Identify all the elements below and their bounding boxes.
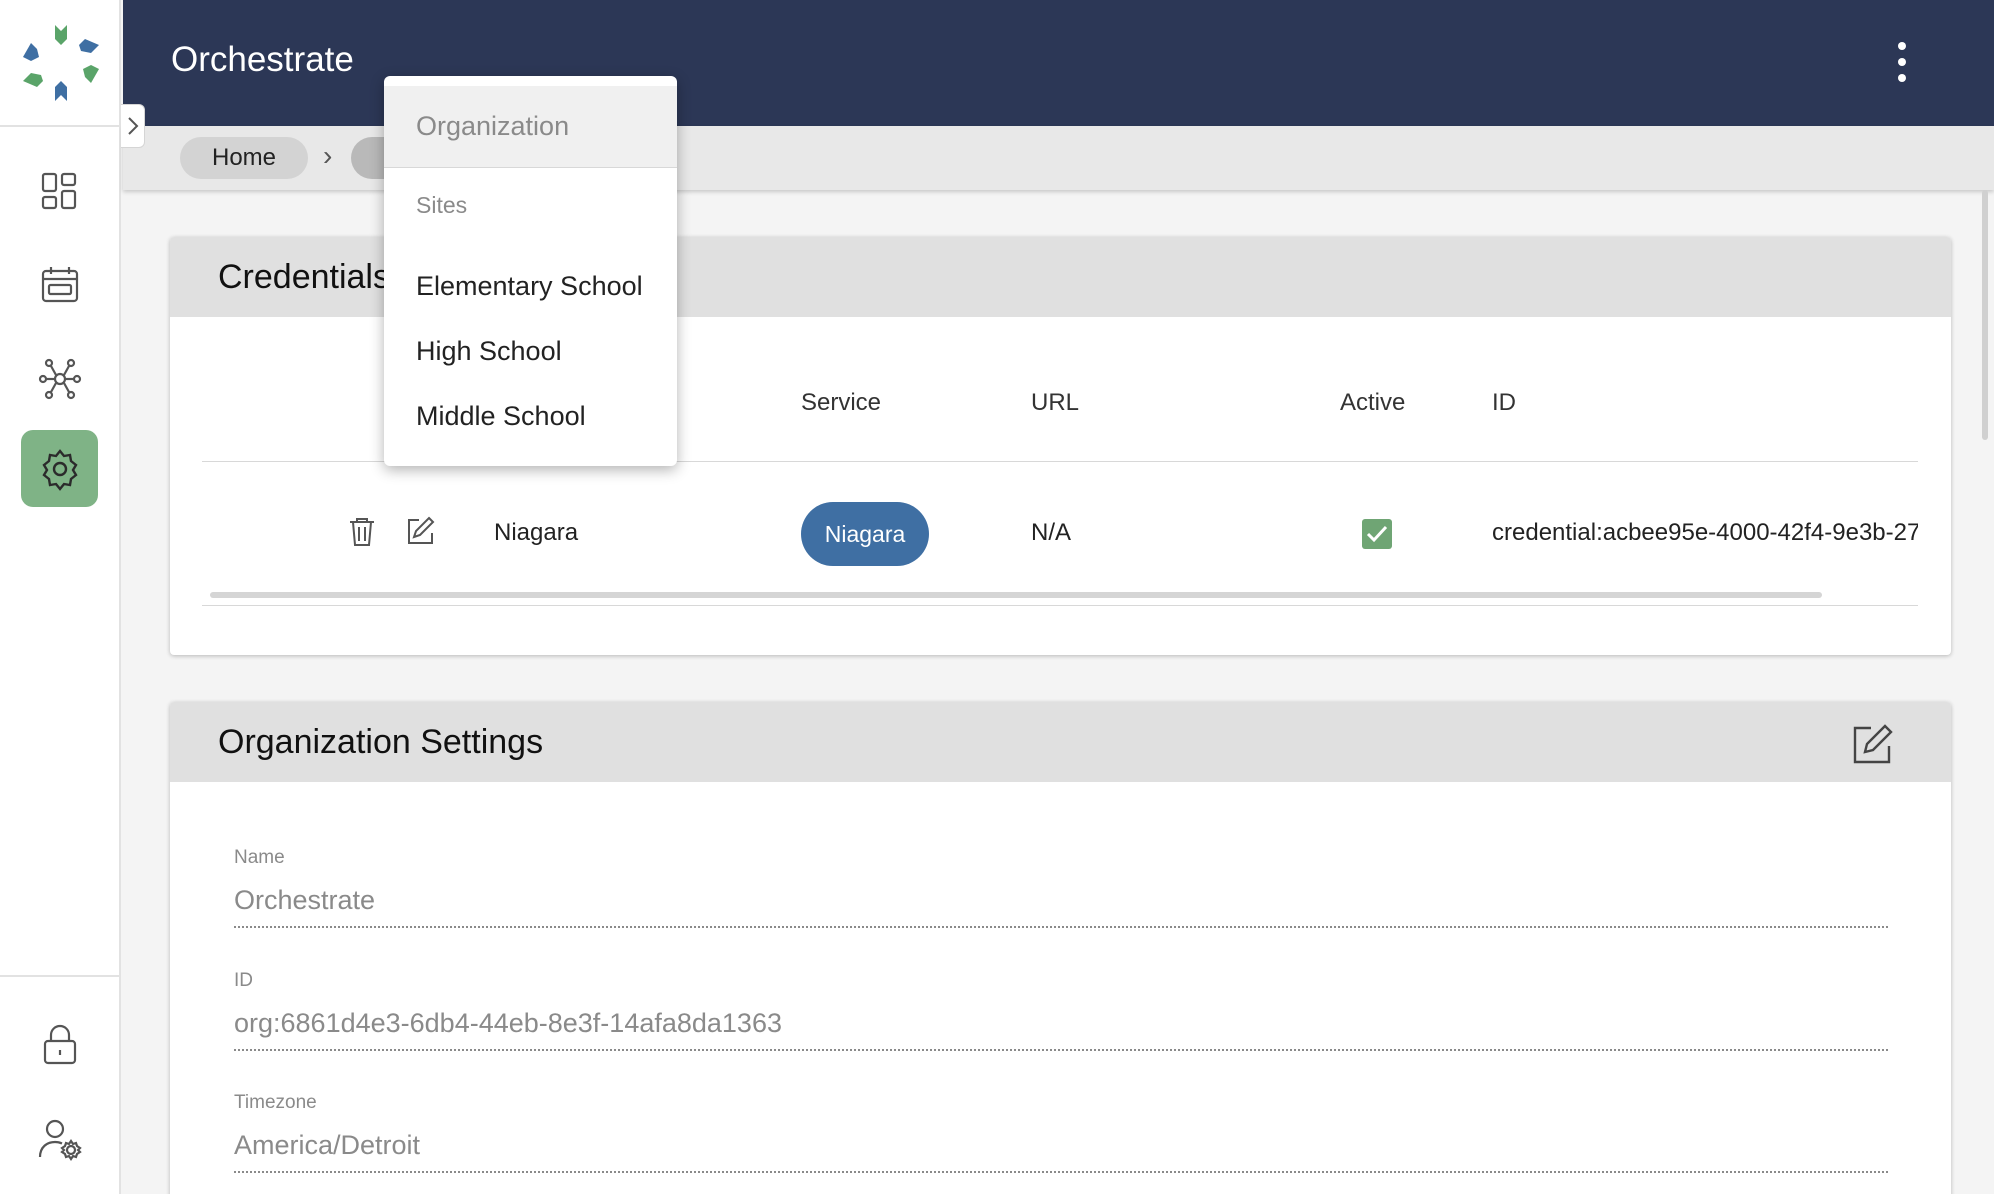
- nav-settings[interactable]: [21, 430, 98, 507]
- credential-url: N/A: [1031, 519, 1072, 546]
- name-value: Orchestrate: [234, 885, 1888, 928]
- delete-icon[interactable]: [345, 514, 379, 548]
- menu-item-high-school[interactable]: High School: [416, 336, 562, 367]
- sidebar-collapse-toggle[interactable]: [121, 104, 145, 148]
- edit-icon[interactable]: [1849, 722, 1895, 768]
- column-header-service: Service: [801, 389, 882, 416]
- organization-dropdown-menu: Organization Sites Elementary School Hig…: [384, 76, 677, 466]
- sidebar-divider: [0, 975, 121, 977]
- logo-icon: [22, 24, 99, 101]
- nav-dashboard[interactable]: [21, 152, 98, 229]
- app-title: Orchestrate: [171, 40, 354, 79]
- column-header-url: URL: [1031, 389, 1080, 416]
- breadcrumb-home[interactable]: Home: [180, 137, 308, 179]
- page-scrollbar[interactable]: [1982, 190, 1988, 440]
- menu-section-sites: Sites: [416, 192, 468, 218]
- nav-network[interactable]: [21, 339, 98, 416]
- id-label: ID: [234, 970, 253, 991]
- organization-settings-header: Organization Settings: [170, 702, 1951, 782]
- service-badge[interactable]: Niagara: [801, 502, 929, 566]
- chevron-right-icon: [127, 117, 138, 135]
- nav-security[interactable]: [21, 1005, 98, 1082]
- gear-icon: [41, 448, 78, 491]
- column-header-id: ID: [1492, 389, 1516, 416]
- credential-id: credential:acbee95e-4000-42f4-9e3b-27: [1492, 519, 1918, 546]
- menu-item-elementary-school[interactable]: Elementary School: [416, 271, 643, 302]
- checkmark-icon: [1366, 525, 1388, 543]
- column-header-active: Active: [1340, 389, 1406, 416]
- id-value: org:6861d4e3-6db4-44eb-8e3f-14afa8da1363: [234, 1008, 1888, 1051]
- organization-settings-card: Organization Settings Name Orchestrate I…: [170, 702, 1951, 1194]
- edit-icon[interactable]: [403, 514, 437, 548]
- timezone-value: America/Detroit: [234, 1130, 1888, 1173]
- active-checkbox[interactable]: [1362, 519, 1392, 549]
- timezone-label: Timezone: [234, 1092, 317, 1113]
- more-options-icon[interactable]: [1890, 42, 1914, 82]
- timezone-field[interactable]: Timezone America/Detroit: [234, 1092, 1888, 1173]
- organization-settings-title: Organization Settings: [218, 722, 544, 761]
- table-horizontal-scrollbar[interactable]: [210, 592, 1822, 598]
- lock-icon: [43, 1024, 76, 1064]
- nav-user-settings[interactable]: [21, 1100, 98, 1177]
- name-field[interactable]: Name Orchestrate: [234, 847, 1888, 928]
- credential-name: Niagara: [494, 519, 579, 546]
- calendar-icon: [41, 266, 78, 302]
- network-icon: [38, 358, 81, 399]
- table-bottom-divider: [202, 605, 1918, 606]
- menu-item-middle-school[interactable]: Middle School: [416, 401, 586, 432]
- id-field[interactable]: ID org:6861d4e3-6db4-44eb-8e3f-14afa8da1…: [234, 970, 1888, 1051]
- user-settings-icon: [38, 1119, 82, 1161]
- sidebar: [0, 0, 121, 1194]
- app-logo[interactable]: [0, 0, 121, 127]
- credentials-title: Credentials: [218, 257, 390, 296]
- menu-item-organization[interactable]: Organization: [384, 86, 677, 168]
- dashboard-icon: [41, 172, 76, 209]
- name-label: Name: [234, 847, 285, 868]
- nav-calendar[interactable]: [21, 246, 98, 323]
- breadcrumb-separator: ›: [323, 140, 333, 171]
